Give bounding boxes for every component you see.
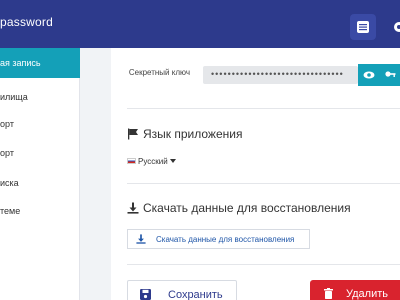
- divider: [127, 264, 400, 265]
- caret-down-icon: [169, 159, 176, 163]
- trash-icon: [324, 288, 333, 299]
- download-icon: [136, 234, 146, 244]
- recovery-section-title: Скачать данные для восстановления: [127, 201, 351, 215]
- sidebar: ая запись илища орт орт иска теме: [0, 48, 80, 300]
- russian-flag-icon: [127, 158, 136, 164]
- sidebar-item-label: илища: [0, 92, 28, 102]
- sidebar-item-storage[interactable]: илища: [0, 82, 80, 112]
- gear-icon: [394, 22, 400, 32]
- show-secret-button[interactable]: [358, 64, 380, 86]
- top-bar: password: [0, 0, 400, 48]
- sidebar-item-label: орт: [0, 119, 14, 129]
- flag-icon: [128, 128, 138, 140]
- divider: [127, 183, 400, 184]
- generate-secret-button[interactable]: [380, 64, 400, 86]
- save-button[interactable]: Сохранить: [127, 280, 237, 300]
- eye-icon: [363, 71, 375, 79]
- delete-button[interactable]: Удалить: [310, 280, 400, 300]
- download-recovery-label: Скачать данные для восстановления: [156, 235, 295, 244]
- delete-label: Удалить: [346, 288, 388, 300]
- divider: [127, 108, 400, 109]
- sidebar-item-about[interactable]: теме: [0, 196, 80, 226]
- sidebar-item-search[interactable]: иска: [0, 168, 80, 198]
- download-recovery-button[interactable]: Скачать данные для восстановления: [127, 229, 310, 249]
- app-title: password: [0, 15, 53, 29]
- language-section-title: Язык приложения: [127, 127, 242, 141]
- secret-key-field[interactable]: ••••••••••••••••••••••••••••••••: [203, 66, 358, 84]
- download-icon: [127, 202, 139, 214]
- secret-key-label: Секретный ключ: [128, 68, 190, 77]
- sidebar-item-entry[interactable]: ая запись: [0, 48, 80, 78]
- key-icon: [385, 71, 396, 77]
- sidebar-item-import[interactable]: орт: [0, 109, 80, 139]
- sidebar-item-export[interactable]: орт: [0, 138, 80, 168]
- save-label: Сохранить: [168, 289, 223, 300]
- main-panel: [111, 48, 400, 300]
- sidebar-item-label: теме: [0, 206, 21, 216]
- list-button[interactable]: [350, 14, 376, 40]
- settings-button[interactable]: [384, 14, 400, 40]
- sidebar-item-label: иска: [0, 178, 19, 188]
- sidebar-item-label: орт: [0, 148, 14, 158]
- list-icon: [357, 21, 369, 33]
- language-select[interactable]: Русский: [127, 157, 176, 166]
- save-icon: [140, 289, 151, 300]
- sidebar-item-label: ая запись: [0, 58, 41, 68]
